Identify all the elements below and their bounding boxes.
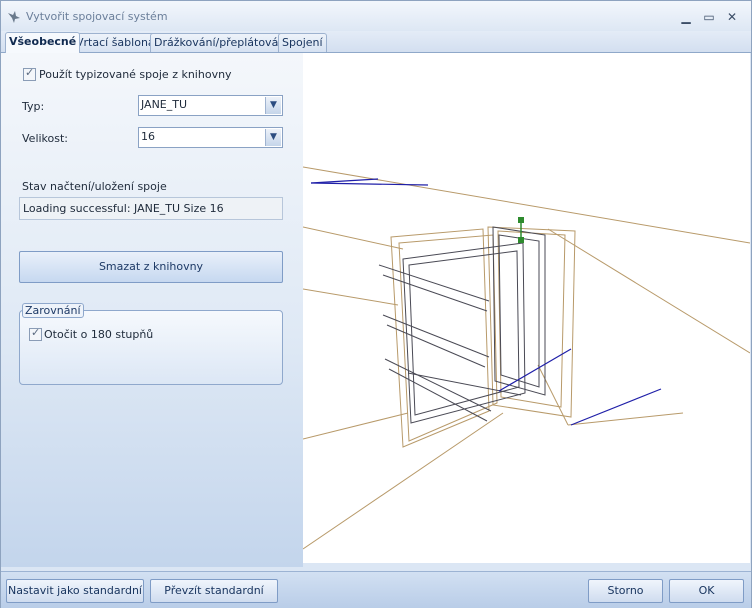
- use-library-label: Použít typizované spoje z knihovny: [39, 68, 232, 81]
- type-value: JANE_TU: [141, 98, 188, 111]
- size-value: 16: [141, 130, 155, 143]
- maximize-icon[interactable]: ▭: [699, 9, 719, 25]
- model-edge: [302, 166, 751, 244]
- model-pin: [382, 314, 490, 358]
- 3d-preview-viewport[interactable]: [302, 53, 751, 563]
- dialog-window: Vytvořit spojovací systém ▁ ▭ ✕ Všeobecn…: [0, 0, 752, 608]
- type-select[interactable]: JANE_TU ▼: [138, 95, 283, 116]
- model-pin: [388, 368, 488, 422]
- close-icon[interactable]: ✕: [722, 9, 742, 25]
- model-edge: [302, 226, 404, 250]
- rotate-180-checkbox[interactable]: [29, 326, 42, 341]
- resize-handle[interactable]: [518, 217, 524, 243]
- window-title: Vytvořit spojovací systém: [26, 10, 168, 23]
- chevron-down-icon[interactable]: ▼: [265, 129, 281, 146]
- size-select[interactable]: 16 ▼: [138, 127, 283, 148]
- ok-button[interactable]: OK: [669, 579, 744, 603]
- rotate-180-label: Otočit o 180 stupňů: [44, 328, 154, 341]
- axis-line: [498, 348, 572, 392]
- model-panel-front: [398, 234, 498, 442]
- delete-from-library-button[interactable]: Smazat z knihovny: [19, 251, 283, 283]
- model-frame-inner: [497, 230, 566, 408]
- axis-line: [310, 182, 429, 186]
- model-plate: [402, 242, 526, 424]
- status-label: Stav načtení/uložení spoje: [22, 180, 167, 193]
- chevron-down-icon[interactable]: ▼: [265, 97, 281, 114]
- tab-grooving[interactable]: Drážkování/přeplátování: [150, 33, 293, 52]
- minimize-icon[interactable]: ▁: [676, 9, 696, 25]
- model-plate-inner: [408, 250, 520, 416]
- size-label: Velikost:: [22, 132, 69, 145]
- tab-connection[interactable]: Spojení: [278, 33, 327, 52]
- model-edge: [302, 412, 409, 440]
- status-value: Loading successful: JANE_TU Size 16: [23, 202, 224, 215]
- app-eagle-icon: [8, 11, 20, 23]
- alignment-group: [19, 310, 283, 385]
- model-pin: [378, 264, 490, 302]
- cancel-button[interactable]: Storno: [588, 579, 663, 603]
- model-pin: [386, 324, 486, 368]
- model-edge: [302, 288, 399, 306]
- model-pin: [382, 274, 488, 312]
- use-library-checkbox[interactable]: [23, 66, 36, 81]
- model-edge: [547, 228, 751, 354]
- tab-general[interactable]: Všeobecné: [5, 32, 81, 53]
- type-label: Typ:: [22, 100, 45, 113]
- take-default-button[interactable]: Převzít standardní: [150, 579, 278, 603]
- axis-line: [310, 178, 379, 184]
- 3d-model-drawing: [302, 166, 751, 550]
- tab-drilling-template[interactable]: Vrtací šablona: [72, 33, 159, 52]
- set-default-button[interactable]: Nastavit jako standardní: [6, 579, 144, 603]
- model-edge: [302, 412, 504, 550]
- title-bar[interactable]: Vytvořit spojovací systém ▁ ▭ ✕: [1, 1, 751, 31]
- tab-strip: Všeobecné Vrtací šablona Drážkování/přep…: [1, 31, 751, 53]
- alignment-group-title: Zarovnání: [22, 303, 84, 318]
- status-field: Loading successful: JANE_TU Size 16: [19, 197, 283, 220]
